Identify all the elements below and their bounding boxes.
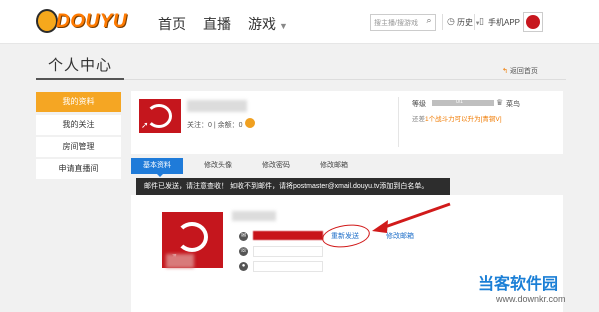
phone-field[interactable] <box>253 246 323 257</box>
level-label: 等级 <box>412 101 426 108</box>
card-divider <box>398 97 399 147</box>
header-divider <box>474 14 475 30</box>
mobile-app-link[interactable]: 手机APP <box>488 17 520 28</box>
header-divider <box>442 14 443 30</box>
level-progress-bar: 0/1 <box>432 99 494 106</box>
profile-field[interactable] <box>253 261 323 272</box>
coin-icon <box>245 118 255 128</box>
chevron-down-icon: ▼ <box>279 21 288 31</box>
back-home-link[interactable]: ↰ 返回首页 <box>502 66 538 76</box>
user-icon: ● <box>239 262 248 271</box>
email-icon: ✉ <box>239 232 248 241</box>
email-sent-notice: 邮件已发送，请注意查收！ 如收不到邮件，请将postmaster@xmail.d… <box>136 178 450 195</box>
nav-games[interactable]: 游戏 ▼ <box>248 14 288 34</box>
page-title: 个人中心 <box>48 57 113 74</box>
search-icon[interactable]: ⌕ <box>422 15 436 30</box>
phone-icon: ☏ <box>239 247 248 256</box>
nav-live[interactable]: 直播 <box>203 14 231 34</box>
tab-basic-info[interactable]: 基本资料 <box>131 158 183 174</box>
site-watermark: 当客软件园 www.downkr.com <box>478 276 566 304</box>
shortcut-arrow-icon: ➚ <box>141 120 149 130</box>
back-arrow-icon: ↰ <box>502 68 508 75</box>
tab-change-email[interactable]: 修改邮箱 <box>308 158 360 174</box>
sidebar-item-apply-room[interactable]: 申请直播间 <box>36 159 121 179</box>
profile-avatar[interactable]: ➚ <box>139 99 181 133</box>
sidebar-item-my-profile[interactable]: 我的资料 <box>36 92 121 112</box>
tab-change-avatar[interactable]: 修改头像 <box>192 158 244 174</box>
level-name: 菜鸟 <box>506 101 520 108</box>
douyu-logo[interactable]: DOUYU <box>36 9 128 35</box>
tab-change-password[interactable]: 修改密码 <box>250 158 302 174</box>
email-field <box>253 231 323 240</box>
annotation-arrow <box>372 202 451 233</box>
sidebar-item-room-manage[interactable]: 房间管理 <box>36 137 121 157</box>
fish-mascot-icon <box>36 9 58 33</box>
blurred-username <box>187 100 247 112</box>
sidebar-item-my-follows[interactable]: 我的关注 <box>36 115 121 135</box>
level-hint: 还差1个战斗力可以升为[青铜V] <box>412 116 502 123</box>
blurred-nickname <box>232 211 276 221</box>
clock-icon: ◷ <box>447 16 455 26</box>
history-menu[interactable]: 历史 ▼ <box>457 17 481 28</box>
level-badge-icon: ♛ <box>496 98 504 107</box>
active-tab-caret <box>156 173 164 177</box>
phone-icon: ▯ <box>479 16 484 26</box>
blurred-avatar-text <box>166 254 194 268</box>
logo-text: DOUYU <box>56 11 128 32</box>
user-avatar[interactable] <box>523 12 543 32</box>
nav-home[interactable]: 首页 <box>158 14 186 34</box>
title-underline <box>36 78 124 80</box>
profile-stats: 关注：0 | 余额：0 <box>187 122 243 129</box>
